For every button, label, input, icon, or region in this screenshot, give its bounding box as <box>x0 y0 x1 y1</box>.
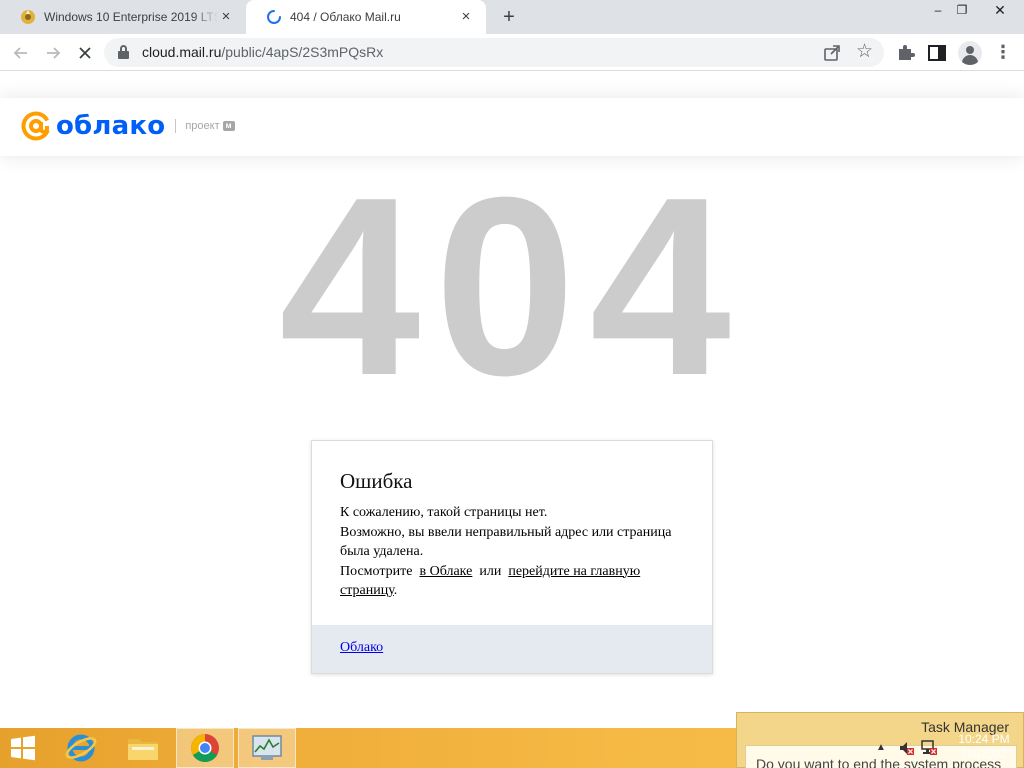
back-button[interactable] <box>8 40 34 66</box>
extensions-puzzle-icon[interactable] <box>894 40 918 64</box>
logo-project-label: проект <box>185 120 220 132</box>
profile-avatar-icon[interactable] <box>958 41 982 65</box>
clock-time: 10:24 PM <box>958 732 1010 746</box>
error-title: Ошибка <box>340 469 413 493</box>
close-window-button[interactable]: ✕ <box>984 0 1016 22</box>
windows-start-icon[interactable] <box>8 735 38 761</box>
tab-title: Windows 10 Enterprise 2019 LTSC <box>44 10 218 24</box>
error-line-1: К сожалению, такой страницы нет. <box>340 505 548 520</box>
close-tab-icon[interactable]: × <box>218 9 234 25</box>
site-favicon-icon <box>21 10 35 24</box>
share-icon[interactable] <box>822 43 842 63</box>
error-card-footer: Облако <box>312 625 712 673</box>
browser-toolbar: cloud.mail.ru/public/4apS/2S3mPQsRx ☆ ⋮ <box>0 34 1024 71</box>
error-line-3-suffix: . <box>393 583 398 598</box>
internet-explorer-icon <box>65 734 97 762</box>
lock-icon[interactable] <box>118 45 129 59</box>
footer-link-oblako[interactable]: Облако <box>340 640 383 656</box>
close-icon <box>79 47 91 59</box>
address-bar[interactable]: cloud.mail.ru/public/4apS/2S3mPQsRx ☆ <box>104 38 884 67</box>
tab-title: 404 / Облако Mail.ru <box>290 10 401 24</box>
taskbar-chrome[interactable] <box>176 728 234 768</box>
error-line-3-prefix: Посмотрите <box>340 563 413 579</box>
url-host: cloud.mail.ru <box>142 44 222 60</box>
url-text[interactable]: cloud.mail.ru/public/4apS/2S3mPQsRx <box>142 44 383 60</box>
error-message: К сожалению, такой страницы нет. Возможн… <box>340 503 690 601</box>
link-in-cloud[interactable]: в Облаке <box>419 564 472 579</box>
error-line-3-middle: или <box>479 563 502 579</box>
tab-strip: Windows 10 Enterprise 2019 LTSC × 404 / … <box>0 0 1024 34</box>
logo-divider <box>175 119 177 133</box>
task-manager-icon <box>252 735 282 760</box>
system-clock[interactable]: 10:24 PM 7/4/2022 <box>954 732 1014 762</box>
error-line-2: Возможно, вы ввели неправильный адрес ил… <box>340 524 672 560</box>
taskbar-internet-explorer[interactable] <box>52 728 110 768</box>
bookmark-star-icon[interactable]: ☆ <box>856 40 873 63</box>
forward-button[interactable] <box>40 40 66 66</box>
logo-text: облако <box>56 111 166 141</box>
stop-loading-button[interactable] <box>72 40 98 66</box>
arrow-left-icon <box>13 47 27 59</box>
system-tray: ▲ 10:24 PM 7/4/2022 <box>870 728 1024 768</box>
taskbar-task-manager[interactable] <box>238 728 296 768</box>
tab-windows-10[interactable]: Windows 10 Enterprise 2019 LTSC × <box>0 0 246 34</box>
close-tab-icon[interactable]: × <box>458 9 474 25</box>
error-line-3: Посмотрите в Облаке или перейдите на гла… <box>340 562 690 601</box>
mail-badge-icon: м <box>222 121 235 131</box>
maximize-button[interactable]: ❐ <box>946 0 978 22</box>
network-icon[interactable] <box>920 739 938 757</box>
folder-icon <box>128 739 158 760</box>
url-path: /public/4apS/2S3mPQsRx <box>221 44 384 60</box>
arrow-right-icon <box>47 47 61 59</box>
error-card: Ошибка К сожалению, такой страницы нет. … <box>311 440 713 674</box>
show-hidden-icons-icon[interactable]: ▲ <box>876 742 886 753</box>
new-tab-button[interactable]: + <box>498 7 520 29</box>
mail-at-logo-icon <box>21 111 51 141</box>
error-code-404: 404 <box>279 144 745 428</box>
page-content: облако проект м 404 Ошибка К сожалению, … <box>0 72 1024 728</box>
loading-spinner-icon <box>267 10 281 24</box>
volume-muted-icon[interactable] <box>898 740 914 756</box>
taskbar-file-explorer[interactable] <box>114 728 172 768</box>
tab-404-oblako[interactable]: 404 / Облако Mail.ru × <box>246 0 486 34</box>
oblako-logo[interactable]: облако проект м <box>20 110 235 142</box>
more-menu-icon[interactable]: ⋮ <box>994 42 1012 64</box>
clock-date: 7/4/2022 <box>960 747 1008 761</box>
chrome-icon <box>191 734 219 762</box>
side-panel-icon[interactable] <box>926 42 948 64</box>
